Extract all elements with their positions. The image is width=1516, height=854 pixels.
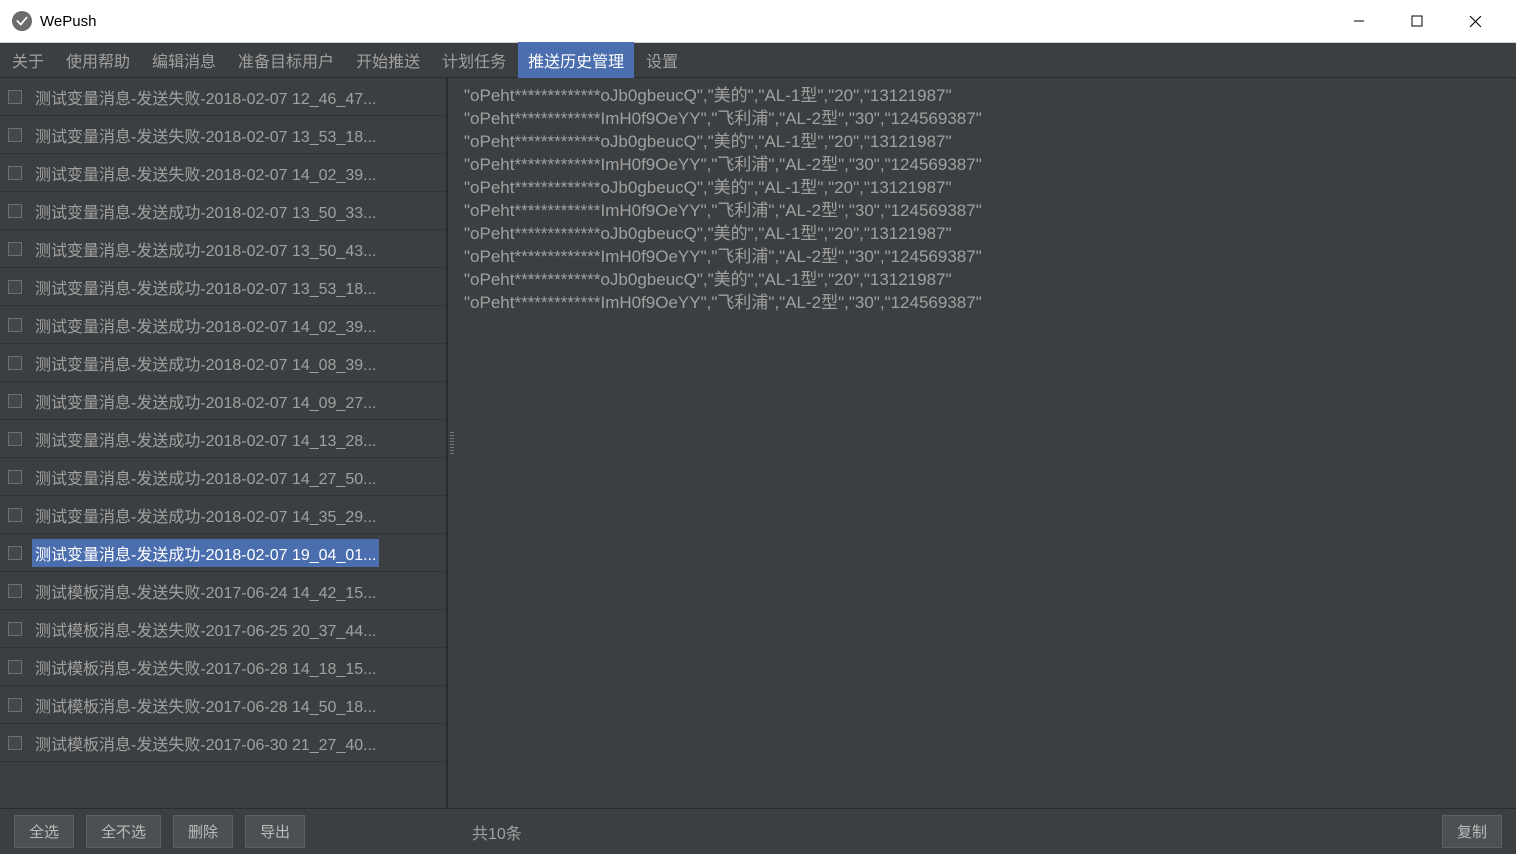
log-line: "oPeht*************oJb0gbeucQ","美的","AL-… (464, 130, 1508, 153)
history-checkbox[interactable] (8, 546, 22, 560)
history-item[interactable]: 测试变量消息-发送成功-2018-02-07 14_02_39... (0, 306, 446, 344)
menu-item[interactable]: 准备目标用户 (228, 42, 344, 78)
history-checkbox[interactable] (8, 470, 22, 484)
history-checkbox[interactable] (8, 736, 22, 750)
history-checkbox[interactable] (8, 508, 22, 522)
history-item-label: 测试变量消息-发送成功-2018-02-07 14_35_29... (32, 501, 379, 529)
delete-button[interactable]: 删除 (173, 815, 233, 848)
menu-item[interactable]: 推送历史管理 (518, 42, 634, 78)
history-item-label: 测试变量消息-发送失败-2018-02-07 13_53_18... (32, 121, 379, 149)
menu-item[interactable]: 使用帮助 (56, 42, 140, 78)
history-item[interactable]: 测试模板消息-发送失败-2017-06-28 14_18_15... (0, 648, 446, 686)
history-checkbox[interactable] (8, 242, 22, 256)
log-line: "oPeht*************ImH0f9OeYY","飞利浦","AL… (464, 153, 1508, 176)
deselect-all-button[interactable]: 全不选 (86, 815, 161, 848)
history-item[interactable]: 测试变量消息-发送失败-2018-02-07 13_53_18... (0, 116, 446, 154)
history-checkbox[interactable] (8, 698, 22, 712)
history-item-label: 测试模板消息-发送失败-2017-06-25 20_37_44... (32, 615, 379, 643)
menu-item[interactable]: 设置 (636, 42, 688, 78)
splitter[interactable] (448, 78, 456, 808)
history-item-label: 测试变量消息-发送成功-2018-02-07 14_09_27... (32, 387, 379, 415)
export-button[interactable]: 导出 (245, 815, 305, 848)
history-item[interactable]: 测试变量消息-发送失败-2018-02-07 14_02_39... (0, 154, 446, 192)
history-item-label: 测试变量消息-发送成功-2018-02-07 13_50_43... (32, 235, 379, 263)
history-checkbox[interactable] (8, 356, 22, 370)
history-item[interactable]: 测试变量消息-发送成功-2018-02-07 14_35_29... (0, 496, 446, 534)
history-item-label: 测试变量消息-发送成功-2018-02-07 19_04_01... (32, 539, 379, 567)
window-title: WePush (40, 13, 1330, 30)
history-item[interactable]: 测试变量消息-发送成功-2018-02-07 13_50_33... (0, 192, 446, 230)
history-item[interactable]: 测试模板消息-发送失败-2017-06-24 14_42_15... (0, 572, 446, 610)
history-item[interactable]: 测试模板消息-发送失败-2017-06-30 21_27_40... (0, 724, 446, 762)
status-count: 共10条 (454, 820, 1442, 844)
history-item[interactable]: 测试变量消息-发送成功-2018-02-07 14_09_27... (0, 382, 446, 420)
history-checkbox[interactable] (8, 622, 22, 636)
log-line: "oPeht*************ImH0f9OeYY","飞利浦","AL… (464, 199, 1508, 222)
history-panel: 测试变量消息-发送失败-2018-02-07 12_46_47... 测试变量消息… (0, 78, 448, 808)
history-item[interactable]: 测试变量消息-发送成功-2018-02-07 14_27_50... (0, 458, 446, 496)
history-item-label: 测试变量消息-发送成功-2018-02-07 14_02_39... (32, 311, 379, 339)
minimize-button[interactable] (1330, 0, 1388, 43)
history-item-label: 测试变量消息-发送成功-2018-02-07 13_50_33... (32, 197, 379, 225)
log-line: "oPeht*************ImH0f9OeYY","飞利浦","AL… (464, 291, 1508, 314)
log-line: "oPeht*************ImH0f9OeYY","飞利浦","AL… (464, 107, 1508, 130)
history-item[interactable]: 测试变量消息-发送成功-2018-02-07 14_08_39... (0, 344, 446, 382)
history-item-label: 测试变量消息-发送成功-2018-02-07 14_13_28... (32, 425, 379, 453)
history-checkbox[interactable] (8, 432, 22, 446)
history-checkbox[interactable] (8, 318, 22, 332)
history-item-label: 测试模板消息-发送失败-2017-06-30 21_27_40... (32, 729, 379, 757)
copy-button[interactable]: 复制 (1442, 815, 1502, 848)
log-line: "oPeht*************oJb0gbeucQ","美的","AL-… (464, 268, 1508, 291)
history-item[interactable]: 测试模板消息-发送失败-2017-06-28 14_50_18... (0, 686, 446, 724)
history-checkbox[interactable] (8, 90, 22, 104)
log-line: "oPeht*************ImH0f9OeYY","飞利浦","AL… (464, 245, 1508, 268)
bottom-bar: 全选 全不选 删除 导出 共10条 复制 (0, 808, 1516, 854)
log-line: "oPeht*************oJb0gbeucQ","美的","AL-… (464, 222, 1508, 245)
history-list[interactable]: 测试变量消息-发送失败-2018-02-07 12_46_47... 测试变量消息… (0, 78, 446, 808)
history-item-label: 测试变量消息-发送成功-2018-02-07 14_27_50... (32, 463, 379, 491)
menu-item[interactable]: 编辑消息 (142, 42, 226, 78)
history-item-label: 测试模板消息-发送失败-2017-06-24 14_42_15... (32, 577, 379, 605)
menu-item[interactable]: 计划任务 (432, 42, 516, 78)
history-item[interactable]: 测试变量消息-发送成功-2018-02-07 13_53_18... (0, 268, 446, 306)
close-button[interactable] (1446, 0, 1504, 43)
history-checkbox[interactable] (8, 394, 22, 408)
menu-item[interactable]: 关于 (2, 42, 54, 78)
menubar: 关于使用帮助编辑消息准备目标用户开始推送计划任务推送历史管理设置 (0, 43, 1516, 78)
history-checkbox[interactable] (8, 128, 22, 142)
history-item-label: 测试变量消息-发送成功-2018-02-07 13_53_18... (32, 273, 379, 301)
history-item-label: 测试变量消息-发送失败-2018-02-07 12_46_47... (32, 83, 379, 111)
history-checkbox[interactable] (8, 280, 22, 294)
log-line: "oPeht*************oJb0gbeucQ","美的","AL-… (464, 84, 1508, 107)
history-checkbox[interactable] (8, 204, 22, 218)
splitter-grip-icon (450, 432, 454, 454)
history-item[interactable]: 测试变量消息-发送失败-2018-02-07 12_46_47... (0, 78, 446, 116)
history-item[interactable]: 测试变量消息-发送成功-2018-02-07 14_13_28... (0, 420, 446, 458)
app-icon (12, 11, 32, 31)
history-checkbox[interactable] (8, 660, 22, 674)
log-panel[interactable]: "oPeht*************oJb0gbeucQ","美的","AL-… (456, 78, 1516, 808)
history-item-label: 测试变量消息-发送成功-2018-02-07 14_08_39... (32, 349, 379, 377)
history-item[interactable]: 测试变量消息-发送成功-2018-02-07 13_50_43... (0, 230, 446, 268)
maximize-button[interactable] (1388, 0, 1446, 43)
log-line: "oPeht*************oJb0gbeucQ","美的","AL-… (464, 176, 1508, 199)
history-item[interactable]: 测试模板消息-发送失败-2017-06-25 20_37_44... (0, 610, 446, 648)
select-all-button[interactable]: 全选 (14, 815, 74, 848)
menu-item[interactable]: 开始推送 (346, 42, 430, 78)
history-item-label: 测试变量消息-发送失败-2018-02-07 14_02_39... (32, 159, 379, 187)
history-item-label: 测试模板消息-发送失败-2017-06-28 14_50_18... (32, 691, 379, 719)
history-item-label: 测试模板消息-发送失败-2017-06-28 14_18_15... (32, 653, 379, 681)
history-checkbox[interactable] (8, 584, 22, 598)
history-item[interactable]: 测试变量消息-发送成功-2018-02-07 19_04_01... (0, 534, 446, 572)
titlebar: WePush (0, 0, 1516, 43)
history-checkbox[interactable] (8, 166, 22, 180)
main-area: 测试变量消息-发送失败-2018-02-07 12_46_47... 测试变量消息… (0, 78, 1516, 808)
